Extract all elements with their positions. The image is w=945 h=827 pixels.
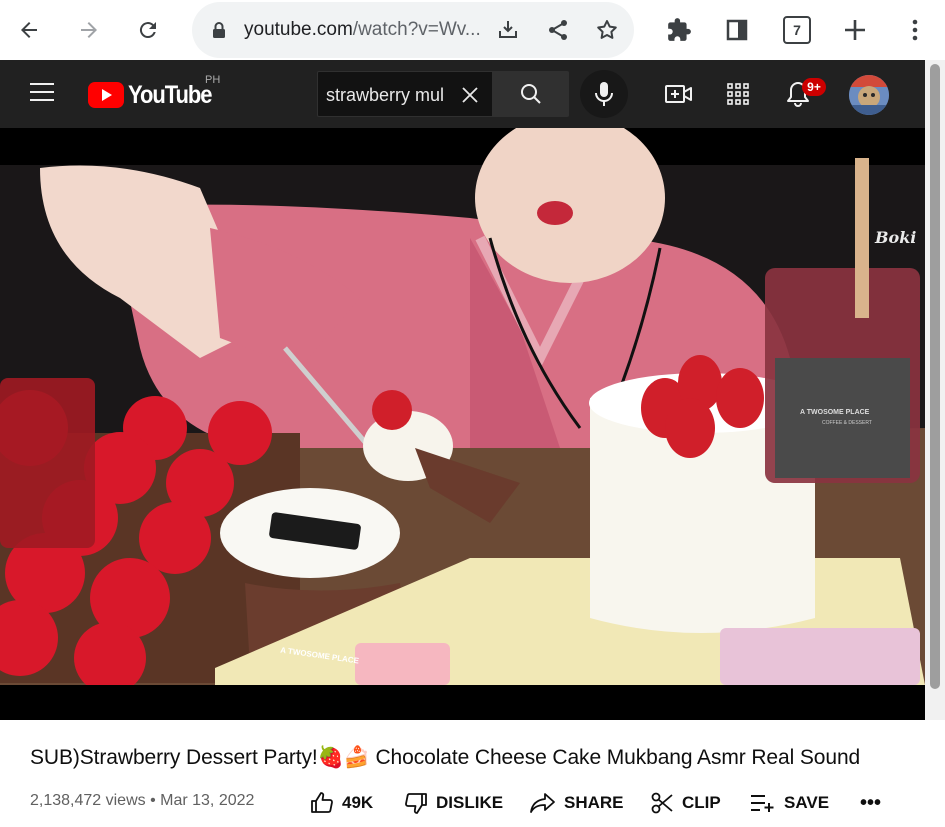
like-count: 49K	[342, 793, 374, 812]
share-label: SHARE	[564, 793, 624, 812]
forward-arrow-icon	[81, 22, 97, 38]
share-page-button[interactable]	[545, 17, 571, 43]
page-scrollbar[interactable]	[925, 60, 945, 720]
video-title: SUB)Strawberry Dessert Party!🍓🍰 Chocolat…	[30, 746, 861, 769]
avatar-image	[849, 75, 889, 115]
url-text: youtube.com/watch?v=Wv...	[244, 19, 481, 41]
youtube-masthead: YouTube PH strawberry mul 9+	[0, 60, 925, 128]
dislike-button[interactable]: DISLIKE	[404, 788, 503, 818]
video-player[interactable]: A TWOSOME PLACE A TWOSOME PLACE COFFEE &…	[0, 128, 925, 720]
create-video-button[interactable]	[665, 80, 693, 108]
apps-grid-icon	[727, 83, 749, 105]
dislike-label: DISLIKE	[436, 793, 504, 812]
lock-icon	[213, 22, 225, 38]
download-page-button[interactable]	[495, 17, 521, 43]
channel-watermark: Boki	[875, 228, 917, 247]
reader-panel-button[interactable]	[719, 12, 755, 48]
playlist-add-icon	[751, 795, 774, 812]
cup-brand-sub: COFFEE & DESSERT	[822, 420, 872, 426]
search-box[interactable]: strawberry mul	[317, 71, 493, 117]
url-host: youtube.com	[244, 19, 353, 40]
reload-icon	[139, 22, 156, 39]
back-arrow-icon	[21, 22, 37, 38]
kebab-menu-icon	[912, 19, 918, 41]
cup-brand-label: A TWOSOME PLACE	[800, 409, 870, 416]
download-icon	[499, 21, 517, 38]
avatar[interactable]	[849, 75, 889, 115]
more-actions-button[interactable]: •••	[860, 792, 881, 815]
browser-menu-button[interactable]	[897, 12, 933, 48]
scrollbar-thumb[interactable]	[930, 64, 940, 689]
guide-menu-button[interactable]	[30, 82, 58, 106]
notification-count-badge: 9+	[802, 78, 826, 96]
clear-search-icon[interactable]	[461, 86, 479, 104]
plus-icon	[845, 20, 865, 40]
share-button[interactable]: SHARE	[530, 788, 624, 818]
clip-button[interactable]: CLIP	[650, 788, 721, 818]
side-panel-icon	[726, 19, 748, 41]
browser-toolbar: youtube.com/watch?v=Wv... 7	[0, 0, 945, 60]
forward-button[interactable]	[71, 12, 107, 48]
save-button[interactable]: SAVE	[750, 788, 829, 818]
star-icon	[597, 20, 617, 39]
share-arrow-icon	[530, 793, 555, 813]
new-tab-button[interactable]	[837, 12, 873, 48]
video-meta: 2,138,472 views • Mar 13, 2022	[30, 792, 255, 809]
youtube-wordmark: YouTube	[128, 80, 213, 109]
apps-button[interactable]	[724, 80, 752, 108]
extensions-button[interactable]	[661, 12, 697, 48]
scissors-icon	[651, 792, 673, 814]
video-frame	[0, 128, 925, 720]
thumbs-up-icon	[311, 792, 333, 813]
clip-label: CLIP	[682, 793, 721, 812]
back-button[interactable]	[11, 12, 47, 48]
youtube-logo[interactable]: YouTube	[88, 80, 223, 110]
share-nodes-icon	[549, 20, 567, 40]
hamburger-icon	[30, 83, 54, 101]
reload-button[interactable]	[130, 12, 166, 48]
url-path: /watch?v=Wv...	[352, 19, 481, 40]
search-input-value[interactable]: strawberry mul	[326, 85, 444, 106]
voice-search-button[interactable]	[580, 70, 628, 118]
bookmark-button[interactable]	[594, 17, 620, 43]
video-camera-plus-icon	[665, 85, 692, 103]
thumbs-down-icon	[405, 793, 427, 814]
search-icon	[521, 84, 541, 104]
youtube-play-logo-icon	[88, 82, 124, 108]
address-bar[interactable]: youtube.com/watch?v=Wv...	[192, 2, 634, 58]
region-code: PH	[205, 74, 221, 86]
microphone-icon	[595, 82, 613, 106]
save-label: SAVE	[784, 793, 830, 812]
search-button[interactable]	[493, 71, 569, 117]
puzzle-icon	[668, 18, 691, 41]
tab-switcher-button[interactable]: 7	[783, 16, 811, 44]
like-button[interactable]: 49K	[310, 788, 373, 818]
